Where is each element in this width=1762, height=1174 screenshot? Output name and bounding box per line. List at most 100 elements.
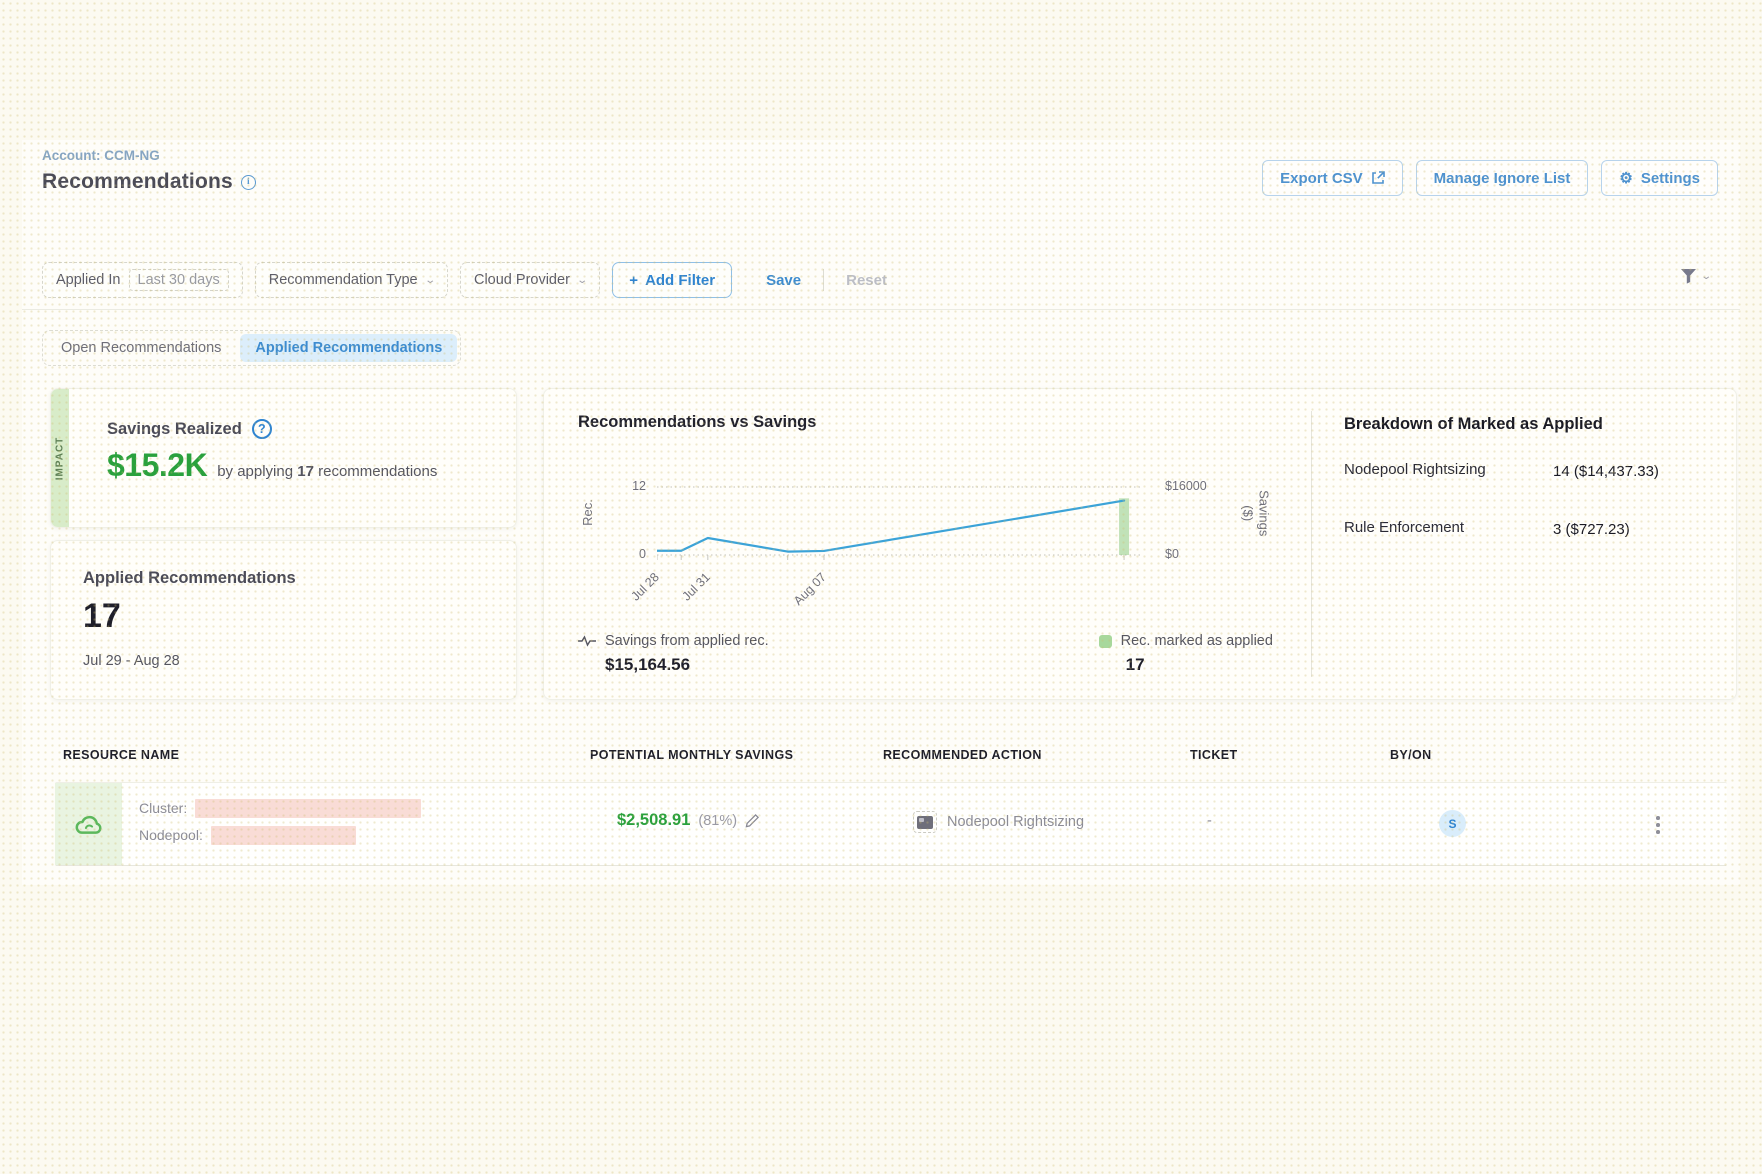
table-header-row: RESOURCE NAME POTENTIAL MONTHLY SAVINGS … bbox=[22, 748, 1740, 770]
action-label: Nodepool Rightsizing bbox=[947, 814, 1084, 830]
ticket-cell: - bbox=[1207, 813, 1212, 829]
column-header-ticket: TICKET bbox=[1190, 748, 1238, 762]
column-header-by-on: BY/ON bbox=[1390, 748, 1432, 762]
green-square-icon bbox=[1099, 635, 1112, 648]
filter-recommendation-type[interactable]: Recommendation Type ⌄ bbox=[255, 262, 448, 298]
y-right-label-line1: Savings bbox=[1255, 490, 1271, 536]
export-csv-label: Export CSV bbox=[1280, 170, 1363, 187]
edit-pencil-icon[interactable] bbox=[745, 813, 760, 828]
chevron-down-icon: ⌄ bbox=[424, 275, 436, 286]
column-header-potential-monthly-savings: POTENTIAL MONTHLY SAVINGS bbox=[590, 748, 793, 762]
potential-savings-cell: $2,508.91 (81%) bbox=[617, 811, 760, 830]
x-axis-tick-label: Jul 31 bbox=[662, 570, 713, 621]
savings-realized-title: Savings Realized bbox=[107, 420, 242, 439]
chevron-down-icon: ⌄ bbox=[1700, 271, 1712, 282]
savings-realized-card: IMPACT Savings Realized ? $15.2K by appl… bbox=[50, 388, 517, 528]
x-axis-tick-label: Jul 28 bbox=[611, 570, 662, 621]
y-right-label-line2: ($) bbox=[1239, 490, 1255, 536]
pulse-line-icon bbox=[578, 634, 596, 648]
legend-savings: Savings from applied rec. $15,164.56 bbox=[578, 633, 769, 675]
x-axis-tick-label: Aug 07 bbox=[778, 570, 829, 621]
savings-amount: $15.2K bbox=[107, 447, 207, 484]
chevron-down-icon: ⌄ bbox=[576, 275, 588, 286]
avatar[interactable]: S bbox=[1439, 810, 1466, 837]
y-left-axis-label: Rec. bbox=[580, 499, 595, 526]
applied-in-value: Last 30 days bbox=[129, 269, 229, 291]
funnel-icon bbox=[1680, 268, 1697, 284]
desc-count: 17 bbox=[297, 463, 314, 480]
external-link-icon bbox=[1371, 171, 1385, 185]
row-menu-button[interactable] bbox=[1647, 809, 1669, 841]
filter-applied-in[interactable]: Applied In Last 30 days bbox=[42, 262, 243, 298]
add-filter-label: Add Filter bbox=[645, 272, 715, 289]
redacted-cluster-name bbox=[195, 799, 421, 818]
export-csv-button[interactable]: Export CSV bbox=[1262, 160, 1403, 196]
filter-panel-toggle[interactable]: ⌄ bbox=[1680, 268, 1710, 284]
legend-savings-value: $15,164.56 bbox=[605, 655, 769, 675]
y-right-max-tick: $16000 bbox=[1165, 479, 1207, 493]
vertical-divider bbox=[1311, 411, 1312, 677]
chart-title: Recommendations vs Savings bbox=[578, 413, 816, 432]
breakdown-row-label: Nodepool Rightsizing bbox=[1344, 461, 1486, 478]
impact-strip: IMPACT bbox=[51, 389, 69, 527]
recommended-action-cell: Nodepool Rightsizing bbox=[913, 811, 1084, 833]
breakdown-row-value: 14 ($14,437.33) bbox=[1553, 461, 1683, 483]
column-header-recommended-action: RECOMMENDED ACTION bbox=[883, 748, 1042, 762]
help-icon[interactable]: ? bbox=[252, 419, 272, 439]
divider bbox=[823, 269, 824, 291]
save-filter-button[interactable]: Save bbox=[766, 272, 801, 289]
recommendation-type-label: Recommendation Type bbox=[269, 272, 418, 288]
breakdown-title: Breakdown of Marked as Applied bbox=[1344, 415, 1603, 434]
page-title: Recommendations bbox=[42, 170, 233, 194]
applied-card-title: Applied Recommendations bbox=[83, 569, 296, 588]
desc-suffix: recommendations bbox=[318, 463, 437, 480]
applied-recommendations-card: Applied Recommendations 17 Jul 29 - Aug … bbox=[50, 540, 517, 700]
column-header-resource-name: RESOURCE NAME bbox=[63, 748, 179, 762]
cluster-label: Cluster: bbox=[139, 800, 187, 816]
savings-line-chart bbox=[657, 486, 1141, 562]
account-breadcrumb[interactable]: Account: CCM-NG bbox=[42, 148, 160, 163]
legend-savings-label: Savings from applied rec. bbox=[605, 633, 769, 649]
resource-type-cell bbox=[55, 783, 122, 865]
desc-prefix: by applying bbox=[217, 463, 293, 480]
nodepool-label: Nodepool: bbox=[139, 827, 203, 843]
breakdown-row-label: Rule Enforcement bbox=[1344, 519, 1464, 536]
y-left-min-tick: 0 bbox=[614, 547, 646, 561]
tab-applied-recommendations[interactable]: Applied Recommendations bbox=[240, 334, 457, 362]
applied-in-label: Applied In bbox=[56, 272, 121, 288]
cloud-provider-label: Cloud Provider bbox=[474, 272, 570, 288]
settings-button[interactable]: ⚙ Settings bbox=[1601, 160, 1718, 196]
legend-marked-applied: Rec. marked as applied 17 bbox=[1099, 633, 1273, 675]
manage-ignore-list-button[interactable]: Manage Ignore List bbox=[1416, 160, 1589, 196]
savings-description: by applying 17 recommendations bbox=[217, 463, 437, 480]
chart-legend: Savings from applied rec. $15,164.56 Rec… bbox=[578, 633, 1273, 675]
cloud-icon bbox=[74, 811, 104, 837]
nodepool-rightsizing-icon bbox=[913, 811, 937, 833]
y-right-axis-label: Savings ($) bbox=[1239, 490, 1272, 536]
reset-filter-button[interactable]: Reset bbox=[846, 272, 887, 289]
savings-percent: (81%) bbox=[698, 813, 737, 829]
legend-marked-label: Rec. marked as applied bbox=[1121, 633, 1273, 649]
tab-open-recommendations[interactable]: Open Recommendations bbox=[46, 334, 236, 362]
filter-cloud-provider[interactable]: Cloud Provider ⌄ bbox=[460, 262, 600, 298]
resource-name-cell: Cluster: Nodepool: bbox=[139, 797, 421, 851]
legend-marked-value: 17 bbox=[1126, 655, 1273, 675]
y-right-min-tick: $0 bbox=[1165, 547, 1179, 561]
breakdown-row-value: 3 ($727.23) bbox=[1553, 519, 1683, 541]
recommendations-page: Account: CCM-NG Recommendations i Export… bbox=[22, 140, 1740, 885]
gear-icon: ⚙ bbox=[1619, 171, 1632, 186]
filter-bar: Applied In Last 30 days Recommendation T… bbox=[22, 252, 1740, 310]
settings-label: Settings bbox=[1641, 170, 1700, 187]
impact-label: IMPACT bbox=[55, 436, 66, 480]
applied-date-range: Jul 29 - Aug 28 bbox=[83, 653, 180, 669]
manage-ignore-list-label: Manage Ignore List bbox=[1434, 170, 1571, 187]
plus-icon: + bbox=[629, 272, 638, 289]
add-filter-button[interactable]: + Add Filter bbox=[612, 262, 732, 298]
savings-value: $2,508.91 bbox=[617, 811, 690, 830]
recommendations-tabs: Open Recommendations Applied Recommendat… bbox=[42, 330, 461, 366]
table-row[interactable]: Cluster: Nodepool: $2,508.91 (81%) Nodep… bbox=[55, 782, 1727, 866]
applied-count: 17 bbox=[83, 597, 121, 636]
info-icon[interactable]: i bbox=[241, 175, 256, 190]
y-left-max-tick: 12 bbox=[614, 479, 646, 493]
recommendations-vs-savings-card: Recommendations vs Savings 12 0 Rec. $16… bbox=[543, 388, 1737, 700]
